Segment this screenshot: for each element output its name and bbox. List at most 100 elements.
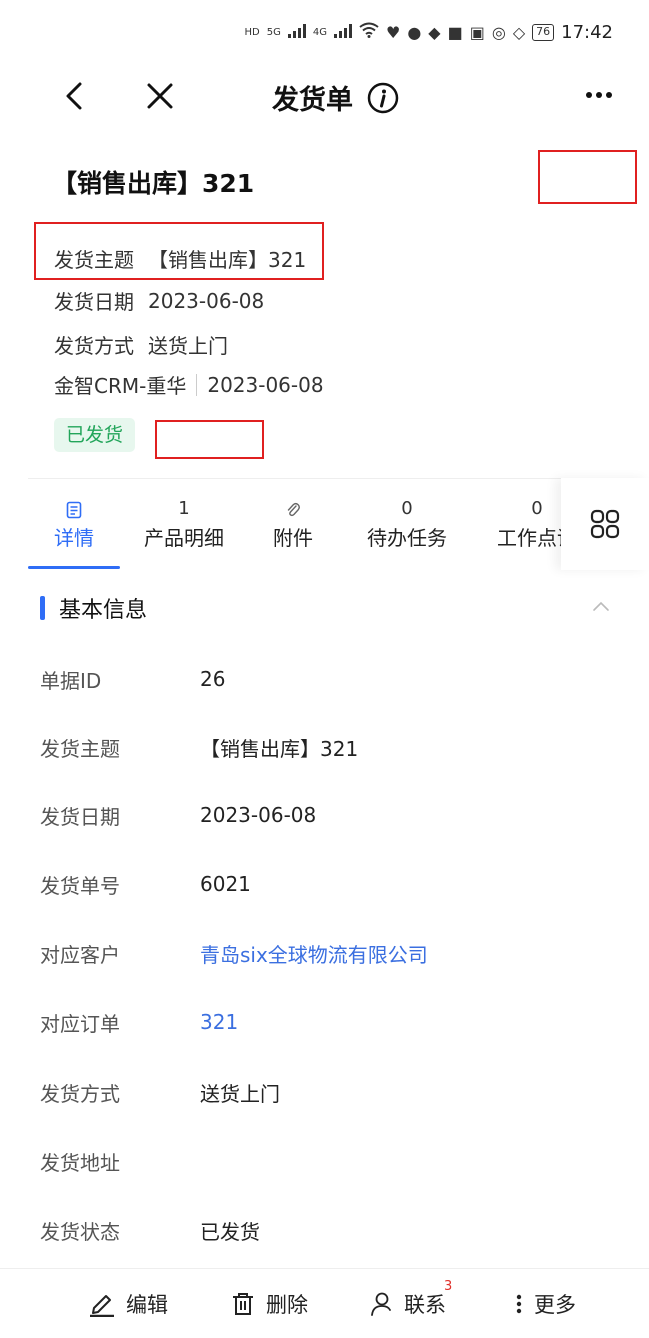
back-button[interactable] — [56, 76, 96, 116]
info-button[interactable] — [367, 82, 399, 114]
meta-date: 发货日期 2023-06-08 — [54, 286, 264, 315]
trash-icon — [233, 1293, 253, 1315]
close-icon — [147, 83, 173, 109]
status-icons: HD 5G 4G ♥ ● ◆ ■ ▣ ◎ ◇ 76 17:42 — [244, 22, 613, 43]
order-link[interactable]: 321 — [200, 1010, 238, 1034]
page-title: 发货单 — [272, 85, 353, 116]
divider — [196, 373, 198, 396]
chevron-left-icon — [66, 82, 82, 110]
tab-label: 详情 — [54, 526, 94, 550]
tab-count: 1 — [178, 498, 190, 519]
info-icon — [367, 82, 399, 113]
contact-label: 联系 — [404, 1293, 446, 1317]
field-label: 对应订单 — [40, 1011, 120, 1036]
field-label: 发货主题 — [40, 736, 120, 761]
network-4g-label: 4G — [312, 26, 327, 38]
active-tab-indicator — [28, 566, 120, 569]
more-menu-button[interactable] — [579, 80, 619, 110]
section-title: 基本信息 — [59, 598, 148, 623]
annotation-box — [538, 150, 637, 204]
divider — [28, 478, 649, 479]
field-value: 【销售出库】321 — [200, 736, 359, 761]
meta-label: 发货方式 — [54, 334, 134, 358]
tab-attachments[interactable]: 附件 — [248, 498, 338, 551]
field-ship-method: 发货方式 送货上门 — [40, 1077, 610, 1107]
field-value: 26 — [200, 667, 226, 691]
record-title: 【销售出库】321 — [52, 169, 255, 198]
edit-button[interactable]: 编辑 — [88, 1289, 168, 1319]
customer-link[interactable]: 青岛six全球物流有限公司 — [200, 939, 428, 968]
field-ship-address: 发货地址 — [40, 1146, 610, 1176]
clock: 17:42 — [561, 22, 613, 43]
field-value: 送货上门 — [200, 1081, 280, 1106]
chat-icon: ● — [407, 23, 422, 42]
tab-details[interactable]: 详情 — [28, 498, 120, 551]
pencil-icon — [90, 1295, 114, 1317]
field-ship-date: 发货日期 2023-06-08 — [40, 800, 610, 830]
paperclip-icon — [248, 498, 338, 520]
edit-label: 编辑 — [126, 1293, 168, 1317]
meta-owner: 金智CRM-重华 2023-06-08 — [54, 370, 324, 399]
owner-name: 金智CRM-重华 — [54, 374, 187, 398]
tab-count: 0 — [401, 498, 413, 519]
field-subject: 发货主题 【销售出库】321 — [40, 732, 610, 762]
more-horizontal-icon — [586, 92, 612, 98]
status-bar: HD 5G 4G ♥ ● ◆ ■ ▣ ◎ ◇ 76 17:42 — [0, 0, 649, 62]
tab-todo-tasks[interactable]: 0 待办任务 — [352, 498, 462, 551]
signal-icon — [287, 23, 306, 43]
more-actions-button[interactable]: 更多 — [514, 1289, 576, 1319]
field-label: 发货状态 — [40, 1219, 120, 1244]
notification-app-icon: ◆ — [428, 23, 441, 42]
field-shipment-number: 发货单号 6021 — [40, 869, 610, 899]
field-order: 对应订单 321 — [40, 1007, 610, 1037]
delete-button[interactable]: 删除 — [230, 1289, 308, 1319]
contact-count-badge: 3 — [444, 1279, 453, 1294]
chevron-up-icon[interactable] — [590, 596, 612, 618]
delete-label: 删除 — [266, 1293, 308, 1317]
nfc-icon: ▣ — [469, 23, 485, 42]
section-basic-info-header[interactable]: 基本信息 — [40, 588, 620, 628]
close-button[interactable] — [140, 76, 180, 116]
field-document-id: 单据ID 26 — [40, 664, 610, 694]
network-5g-label: 5G — [266, 26, 281, 38]
field-value: 6021 — [200, 872, 251, 896]
section-accent-bar — [40, 596, 45, 620]
battery-icon: 76 — [532, 24, 555, 41]
mute-icon: ◇ — [512, 23, 526, 42]
annotation-box — [155, 420, 264, 459]
field-value: 已发货 — [200, 1219, 260, 1244]
heart-icon: ♥ — [385, 23, 401, 42]
field-label: 发货单号 — [40, 873, 120, 898]
field-value: 2023-06-08 — [200, 803, 317, 827]
more-vertical-icon — [516, 1294, 522, 1314]
tab-product-details[interactable]: 1 产品明细 — [130, 498, 238, 551]
signal-icon-2 — [333, 23, 352, 43]
field-ship-status: 发货状态 已发货 — [40, 1215, 610, 1245]
field-label: 单据ID — [40, 668, 102, 693]
tab-label: 产品明细 — [144, 526, 224, 550]
meta-value: 2023-06-08 — [148, 288, 265, 313]
meta-method: 发货方式 送货上门 — [54, 330, 228, 359]
owner-date: 2023-06-08 — [207, 372, 324, 397]
document-icon — [28, 498, 120, 520]
meta-value: 送货上门 — [148, 334, 228, 358]
tab-label: 附件 — [273, 526, 313, 550]
top-nav: 发货单 — [0, 62, 649, 132]
status-badge: 已发货 — [54, 418, 136, 452]
field-label: 发货日期 — [40, 804, 120, 829]
bottom-action-bar: 编辑 删除 联系 3 更多 — [0, 1268, 649, 1338]
alipay-icon: ■ — [447, 23, 463, 42]
field-label: 对应客户 — [40, 942, 120, 967]
nav-title-group: 发货单 — [272, 78, 399, 117]
contact-button[interactable]: 联系 — [370, 1289, 446, 1319]
field-customer: 对应客户 青岛six全球物流有限公司 — [40, 938, 610, 968]
meta-label: 发货日期 — [54, 290, 134, 314]
hd-label-1: HD — [244, 26, 260, 38]
field-label: 发货方式 — [40, 1081, 120, 1106]
tab-bar: 详情 1 产品明细 附件 0 待办任务 0 工作点评 — [0, 490, 577, 570]
grid-icon — [590, 509, 620, 539]
wifi-icon — [359, 22, 379, 43]
all-tabs-button[interactable] — [561, 478, 649, 570]
annotation-box — [34, 222, 324, 280]
field-label: 发货地址 — [40, 1150, 120, 1175]
